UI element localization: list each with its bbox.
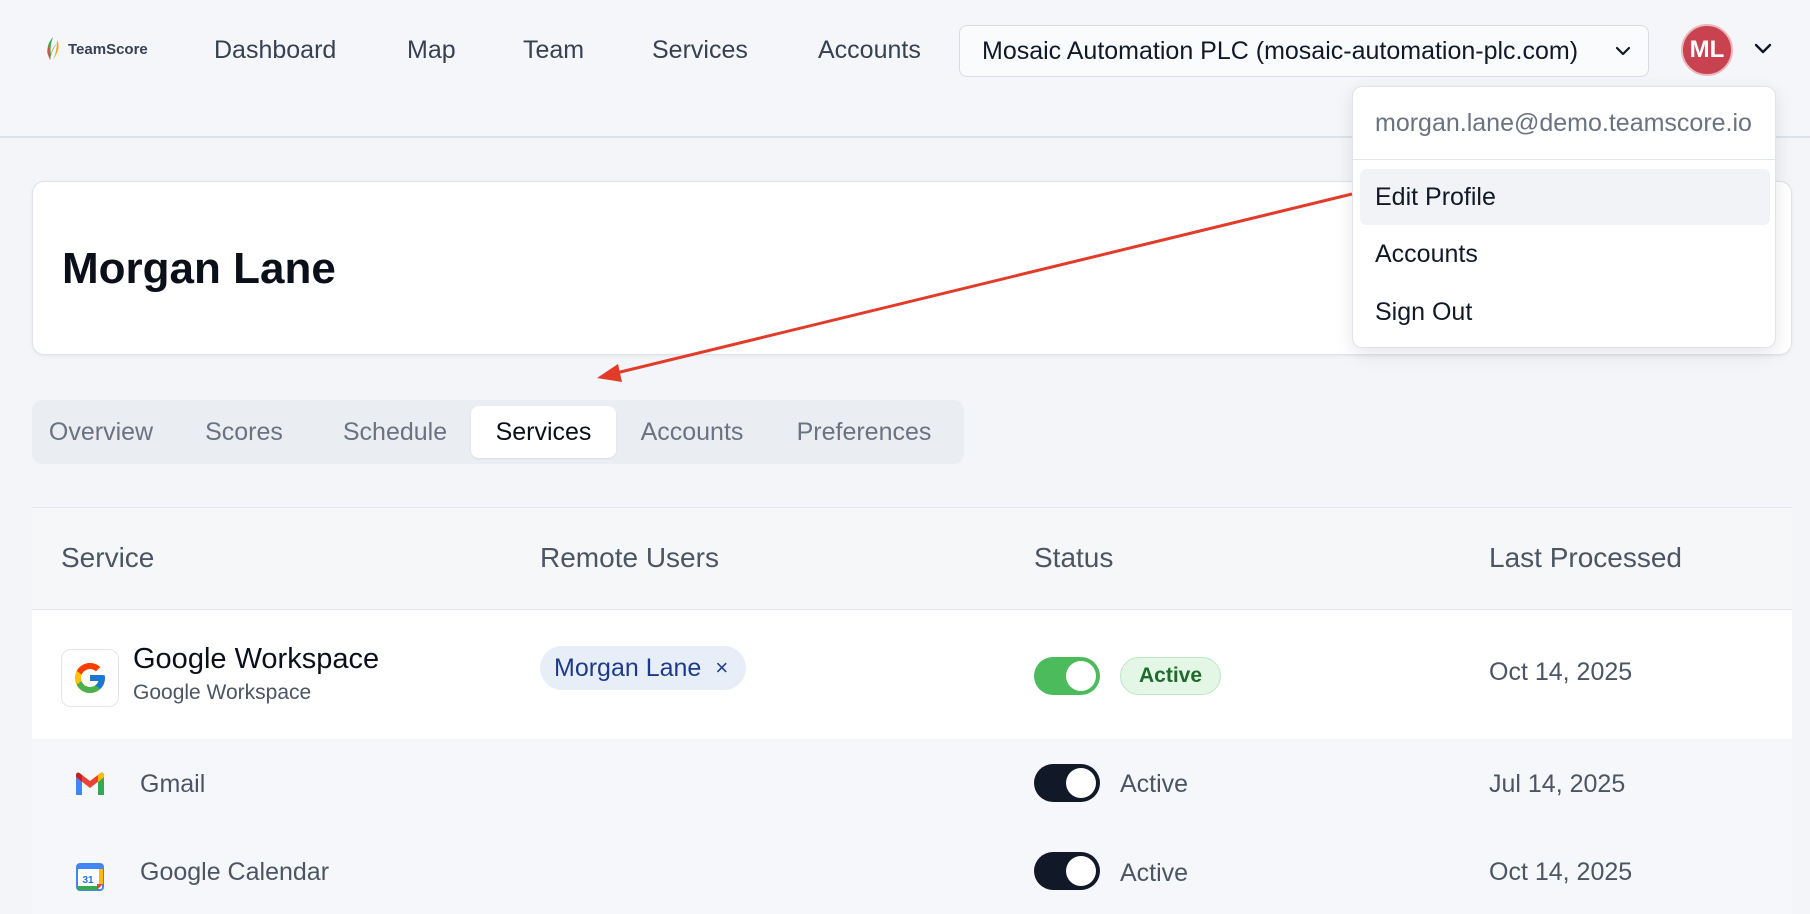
- remote-user-chip: Morgan Lane ×: [540, 646, 747, 690]
- status-badge: Active: [1120, 657, 1222, 695]
- nav-services[interactable]: Services: [652, 30, 748, 70]
- remote-user-name: Morgan Lane: [554, 653, 702, 682]
- toggle-knob: [1066, 661, 1096, 691]
- account-selector-value: Mosaic Automation PLC (mosaic-automation…: [982, 36, 1579, 65]
- tab-services[interactable]: Services: [471, 406, 616, 458]
- tab-overview[interactable]: Overview: [46, 406, 156, 458]
- tab-preferences[interactable]: Preferences: [788, 406, 940, 458]
- status-text: Active: [1120, 770, 1189, 798]
- menu-item-edit-profile[interactable]: Edit Profile: [1360, 169, 1770, 225]
- toggle-knob: [1066, 768, 1096, 798]
- service-name-google-calendar[interactable]: Google Calendar: [140, 858, 329, 887]
- account-selector[interactable]: Mosaic Automation PLC (mosaic-automation…: [959, 25, 1649, 77]
- logo-text: TeamScore: [68, 40, 148, 58]
- chevron-down-icon: [1615, 46, 1631, 56]
- last-processed-date: Oct 14, 2025: [1489, 858, 1633, 886]
- calendar-day-number: 31: [82, 875, 94, 886]
- table-header: Service Remote Users Status Last Process…: [32, 508, 1792, 610]
- column-header-service[interactable]: Service: [61, 542, 154, 574]
- column-header-status[interactable]: Status: [1034, 542, 1113, 574]
- service-name-gmail[interactable]: Gmail: [140, 770, 205, 799]
- column-header-last-processed[interactable]: Last Processed: [1489, 542, 1682, 574]
- services-table: Service Remote Users Status Last Process…: [32, 507, 1792, 914]
- tab-scores[interactable]: Scores: [202, 406, 286, 458]
- table-row[interactable]: Gmail Active Jul 14, 2025: [32, 739, 1792, 833]
- user-email: morgan.lane@demo.teamscore.io: [1375, 109, 1752, 137]
- status-toggle[interactable]: [1034, 764, 1100, 802]
- google-calendar-icon: 31: [76, 863, 104, 891]
- table-row[interactable]: 31 Google Calendar Active Oct 14, 2025: [32, 833, 1792, 914]
- avatar[interactable]: ML: [1681, 24, 1733, 76]
- column-header-remote-users[interactable]: Remote Users: [540, 542, 719, 574]
- tab-accounts[interactable]: Accounts: [634, 406, 750, 458]
- nav-dashboard[interactable]: Dashboard: [214, 30, 336, 70]
- page-title: Morgan Lane: [62, 244, 336, 293]
- nav-team[interactable]: Team: [523, 30, 584, 70]
- tab-schedule[interactable]: Schedule: [336, 406, 454, 458]
- google-logo-icon: [61, 649, 119, 707]
- user-menu-chevron-icon[interactable]: [1752, 38, 1774, 60]
- service-title[interactable]: Google Workspace: [133, 643, 379, 676]
- status-text: Active: [1120, 859, 1189, 887]
- last-processed-date: Jul 14, 2025: [1489, 770, 1626, 798]
- profile-tabs: Overview Scores Schedule Services Accoun…: [32, 400, 964, 464]
- menu-item-accounts[interactable]: Accounts: [1360, 226, 1770, 282]
- gmail-icon: [76, 772, 104, 795]
- teamscore-leaf-icon: [47, 37, 59, 60]
- status-toggle[interactable]: [1034, 657, 1100, 695]
- service-subtitle: Google Workspace: [133, 681, 312, 704]
- nav-accounts[interactable]: Accounts: [818, 30, 921, 70]
- annotation-arrow-head: [597, 364, 622, 382]
- teamscore-logo[interactable]: TeamScore: [44, 36, 148, 62]
- avatar-initials: ML: [1689, 36, 1725, 63]
- last-processed-date: Oct 14, 2025: [1489, 658, 1633, 686]
- menu-item-sign-out[interactable]: Sign Out: [1360, 284, 1770, 340]
- close-icon[interactable]: ×: [715, 655, 728, 681]
- menu-divider: [1353, 159, 1777, 160]
- user-menu-dropdown: morgan.lane@demo.teamscore.io Edit Profi…: [1352, 86, 1777, 348]
- google-g-icon: [75, 663, 105, 693]
- status-toggle[interactable]: [1034, 852, 1100, 890]
- nav-map[interactable]: Map: [407, 30, 456, 70]
- table-row[interactable]: Google Workspace Google Workspace Morgan…: [32, 611, 1792, 739]
- toggle-knob: [1066, 856, 1096, 886]
